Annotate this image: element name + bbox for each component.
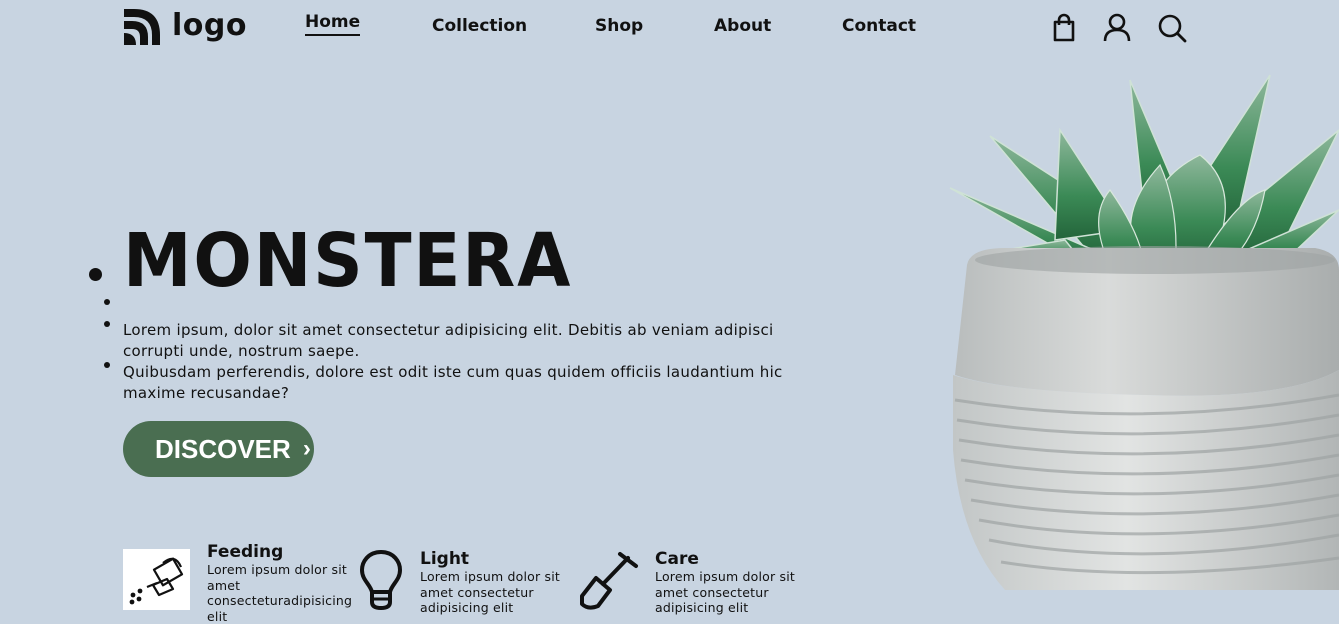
nav-shop[interactable]: Shop bbox=[595, 16, 643, 36]
feature-feeding: Feeding Lorem ipsum dolor sit amet conse… bbox=[207, 542, 352, 624]
feature-text: Lorem ipsum dolor sit amet consecteturad… bbox=[207, 562, 353, 624]
feature-light: Light Lorem ipsum dolor sit amet consect… bbox=[420, 549, 560, 616]
list-bullet bbox=[104, 321, 110, 327]
light-bulb-icon bbox=[360, 550, 402, 611]
logo-icon bbox=[124, 9, 160, 45]
list-bullet bbox=[104, 299, 110, 305]
search-icon[interactable] bbox=[1156, 12, 1188, 44]
discover-button[interactable]: DISCOVER › bbox=[123, 421, 314, 477]
shovel-icon bbox=[580, 552, 638, 610]
nav-contact[interactable]: Contact bbox=[842, 16, 916, 36]
list-bullet bbox=[89, 268, 102, 281]
feature-text: Lorem ipsum dolor sit amet consectetur a… bbox=[655, 569, 795, 615]
shopping-bag-icon[interactable] bbox=[1048, 12, 1080, 44]
succulent-plant-image bbox=[949, 74, 1339, 590]
feature-text: Lorem ipsum dolor sit amet consectetur a… bbox=[420, 569, 560, 615]
hero-paragraph: Lorem ipsum, dolor sit amet consectetur … bbox=[123, 321, 774, 360]
feature-care: Care Lorem ipsum dolor sit amet consecte… bbox=[655, 549, 795, 616]
hero-title: MONSTERA bbox=[123, 218, 573, 304]
hero-content: MONSTERA Lorem ipsum, dolor sit amet con… bbox=[123, 218, 823, 404]
feature-title: Feeding bbox=[207, 542, 284, 562]
logo[interactable]: logo bbox=[122, 7, 247, 47]
feature-title: Care bbox=[655, 549, 699, 569]
discover-label: DISCOVER bbox=[155, 433, 291, 464]
hero-paragraph: Quibusdam perferendis, dolore est odit i… bbox=[123, 363, 783, 402]
logo-text: logo bbox=[172, 7, 247, 43]
nav-collection[interactable]: Collection bbox=[432, 16, 527, 36]
user-icon[interactable] bbox=[1101, 12, 1133, 44]
list-bullet bbox=[104, 362, 110, 368]
nav-home[interactable]: Home bbox=[305, 12, 361, 36]
feature-title: Light bbox=[420, 549, 470, 569]
watering-can-icon bbox=[123, 549, 190, 610]
nav-about[interactable]: About bbox=[714, 16, 771, 36]
chevron-right-icon: › bbox=[302, 435, 311, 462]
